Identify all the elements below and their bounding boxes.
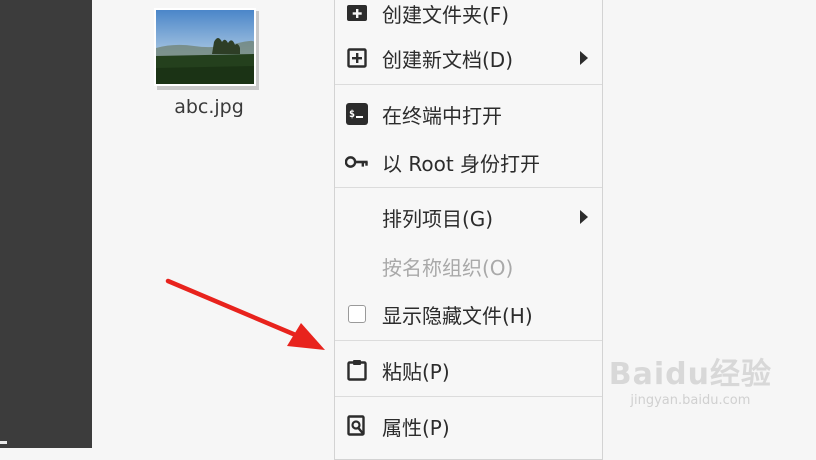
menu-item-open-as-root[interactable]: 以 Root 身份打开 [335, 140, 602, 184]
baidu-watermark: Baidu经验 jingyan.baidu.com [609, 349, 772, 408]
submenu-arrow-icon [580, 51, 588, 65]
menu-separator [335, 84, 602, 85]
terminal-icon: $ [345, 102, 369, 126]
menu-item-label: 以 Root 身份打开 [382, 151, 541, 176]
menu-item-organize-by-name: 按名称组织(O) [335, 244, 602, 288]
menu-item-paste[interactable]: 粘贴(P) [335, 348, 602, 392]
menu-item-label: 属性(P) [382, 415, 450, 440]
clipboard-icon [345, 358, 369, 382]
new-folder-icon [345, 1, 369, 25]
menu-item-label: 显示隐藏文件(H) [382, 303, 533, 328]
menu-item-show-hidden-files[interactable]: 显示隐藏文件(H) [335, 292, 602, 336]
svg-text:$: $ [349, 109, 355, 120]
menu-item-create-document[interactable]: 创建新文档(D) [335, 36, 602, 80]
checkbox-icon[interactable] [345, 302, 369, 326]
watermark-url: jingyan.baidu.com [630, 393, 751, 408]
menu-separator [335, 187, 602, 188]
menu-item-label: 排列项目(G) [382, 206, 494, 231]
file-name-label[interactable]: abc.jpg [150, 96, 268, 118]
menu-item-arrange-items[interactable]: 排列项目(G) [335, 195, 602, 239]
menu-item-label: 在终端中打开 [382, 103, 502, 128]
menu-separator [335, 396, 602, 397]
submenu-arrow-icon [580, 210, 588, 224]
context-menu: 创建文件夹(F) 创建新文档(D) $ 在终端中打开 以 Root 身份打开 排… [334, 0, 603, 460]
left-panel [0, 0, 92, 448]
menu-item-label: 粘贴(P) [382, 359, 450, 384]
new-document-icon [345, 46, 369, 70]
menu-separator [335, 340, 602, 341]
properties-icon [345, 414, 369, 438]
show-hidden-checkbox[interactable] [348, 305, 366, 323]
menu-item-open-terminal[interactable]: $ 在终端中打开 [335, 92, 602, 136]
menu-item-label: 创建文件夹(F) [382, 2, 510, 27]
key-icon [345, 150, 369, 174]
menu-item-label: 创建新文档(D) [382, 47, 514, 72]
watermark-logo: Baidu经验 [608, 357, 772, 392]
panel-marker [0, 441, 7, 444]
image-thumbnail-icon[interactable] [154, 8, 260, 90]
menu-item-label: 按名称组织(O) [382, 255, 514, 280]
menu-item-create-folder[interactable]: 创建文件夹(F) [335, 0, 602, 35]
menu-item-properties[interactable]: 属性(P) [335, 404, 602, 448]
